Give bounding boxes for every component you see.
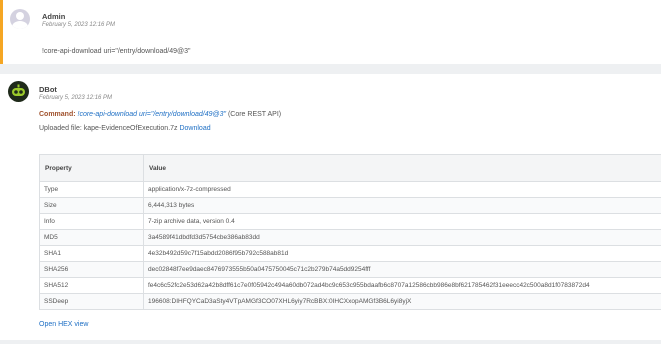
message-separator [0,64,661,74]
table-row: Size 6,444,313 bytes [39,197,661,214]
bottom-separator [0,340,661,344]
table-row: SHA256 dec02848f7ee9daec8476973555b50a04… [39,261,661,278]
property-cell: SHA512 [39,277,144,294]
admin-command-text: !core-api-download uri="/entry/download/… [42,48,191,55]
download-link[interactable]: Download [179,125,210,132]
table-row: MD5 3a4589f41dbdfd3d5754cbe386ab83dd [39,229,661,246]
dbot-avatar-icon [8,81,29,102]
dbot-author: DBot [39,85,57,94]
dbot-timestamp: February 5, 2023 12:16 PM [39,95,113,101]
uploaded-file-line: Uploaded file: kape-EvidenceOfExecution.… [39,125,211,132]
value-cell: 7-zip archive data, version 0.4 [143,213,661,230]
property-column-header: Property [39,154,144,182]
table-row: SHA1 4e32b492d59c7f15abdd2086f95b792c588… [39,245,661,262]
table-header-row: Property Value [39,154,661,182]
table-row: Info 7-zip archive data, version 0.4 [39,213,661,230]
value-cell: application/x-7z-compressed [143,181,661,198]
value-column-header: Value [143,154,661,182]
admin-timestamp: February 5, 2023 12:16 PM [42,22,116,28]
value-cell: 6,444,313 bytes [143,197,661,214]
property-cell: SHA1 [39,245,144,262]
value-cell: fe4c6c52fc2e53d62a42b8dff61c7e0f05942c49… [143,277,661,294]
property-cell: Type [39,181,144,198]
command-label: Command: [39,111,76,118]
property-cell: MD5 [39,229,144,246]
value-cell: 4e32b492d59c7f15abdd2086f95b792c588ab81d [143,245,661,262]
file-properties-table: Property Value Type application/x-7z-com… [39,154,661,310]
command-link[interactable]: !core-api-download uri="/entry/download/… [78,111,226,118]
property-cell: SSDeep [39,293,144,310]
value-cell: dec02848f7ee9daec8476973555b50a047575004… [143,261,661,278]
table-row: Type application/x-7z-compressed [39,181,661,198]
uploaded-file-label: Uploaded file: kape-EvidenceOfExecution.… [39,125,178,132]
command-line: Command: !core-api-download uri="/entry/… [39,111,281,118]
property-cell: Size [39,197,144,214]
property-cell: SHA256 [39,261,144,278]
table-row: SSDeep 196608:DIHFQYCaD3aSty4VTpAMGf3CO0… [39,293,661,310]
admin-author: Admin [42,12,66,21]
open-hex-view-link[interactable]: Open HEX view [39,321,88,328]
table-row: SHA512 fe4c6c52fc2e53d62a42b8dff61c7e0f0… [39,277,661,294]
admin-avatar-icon [10,9,30,29]
value-cell: 3a4589f41dbdfd3d5754cbe386ab83dd [143,229,661,246]
command-source: (Core REST API) [227,111,282,118]
property-cell: Info [39,213,144,230]
dbot-message: DBot February 5, 2023 12:16 PM Command: … [0,74,661,340]
admin-message: Admin February 5, 2023 12:16 PM !core-ap… [0,0,661,64]
value-cell: 196608:DIHFQYCaD3aSty4VTpAMGf3CO07XHL6yi… [143,293,661,310]
